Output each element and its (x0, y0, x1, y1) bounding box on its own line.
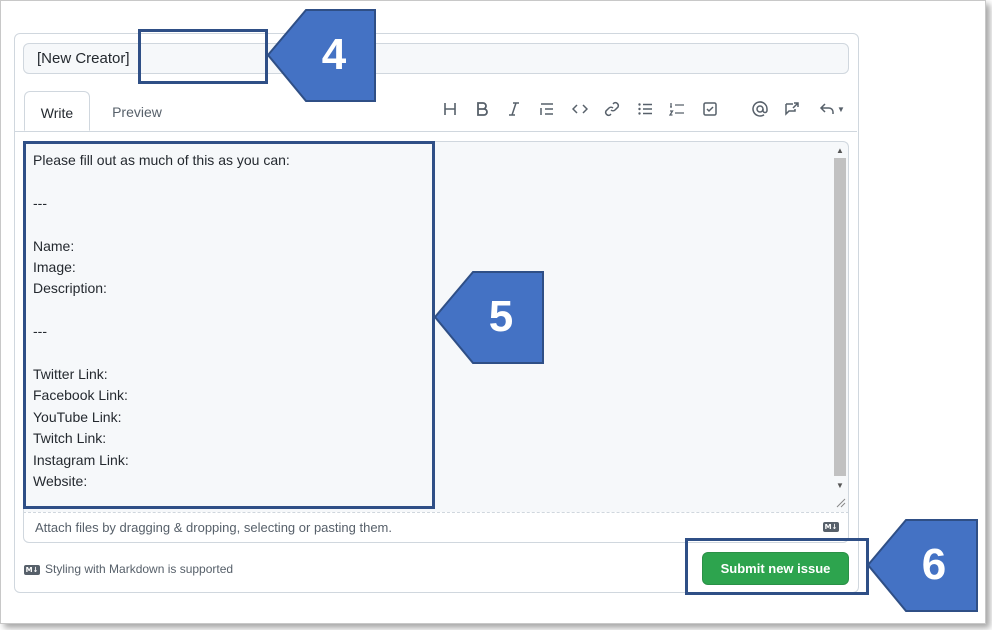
editor-tabbar: Write Preview (15, 91, 857, 132)
callout-number-6: 6 (921, 540, 947, 589)
scroll-up-arrow-icon[interactable]: ▲ (832, 143, 848, 157)
link-icon[interactable] (602, 99, 622, 119)
reply-icon[interactable]: ▼ (816, 99, 848, 119)
bulleted-list-icon[interactable] (635, 99, 655, 119)
callout-highlight-title (138, 29, 268, 84)
scroll-thumb[interactable] (834, 158, 846, 476)
callout-number-4: 4 (321, 30, 347, 79)
chevron-down-icon: ▼ (837, 104, 845, 114)
resize-grip-icon[interactable] (836, 498, 846, 508)
bold-icon[interactable] (472, 99, 492, 119)
callout-highlight-submit (685, 538, 869, 595)
heading-icon[interactable] (440, 99, 460, 119)
callout-highlight-body (23, 141, 435, 509)
tab-preview[interactable]: Preview (107, 91, 167, 131)
markdown-supported-link[interactable]: Styling with Markdown is supported (45, 562, 233, 576)
quote-icon[interactable] (537, 99, 557, 119)
markdown-icon: M↓ (24, 565, 40, 575)
markdown-icon: M↓ (823, 522, 839, 532)
attach-hint: Attach files by dragging & dropping, sel… (35, 520, 392, 535)
italic-icon[interactable] (504, 99, 524, 119)
code-icon[interactable] (570, 99, 590, 119)
tab-write[interactable]: Write (24, 91, 90, 131)
task-list-icon[interactable] (700, 99, 720, 119)
mention-icon[interactable] (750, 99, 770, 119)
editor-scrollbar[interactable]: ▲ ▼ (832, 143, 848, 492)
scroll-down-arrow-icon[interactable]: ▼ (832, 478, 848, 492)
cross-reference-icon[interactable] (782, 99, 802, 119)
numbered-list-icon[interactable] (667, 99, 687, 119)
callout-number-5: 5 (488, 292, 514, 341)
